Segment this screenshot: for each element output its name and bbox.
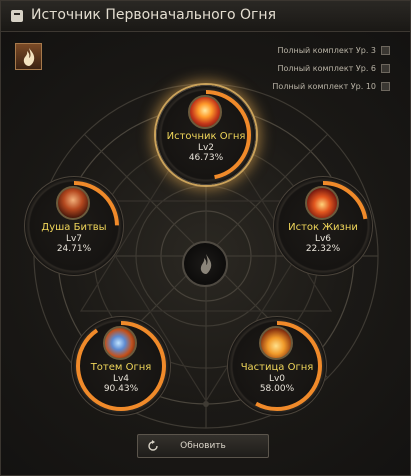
node-level: Lv6 — [314, 234, 332, 244]
fire-totem-portrait-icon — [103, 326, 137, 360]
refresh-button[interactable]: Обновить — [137, 434, 269, 458]
node-level: Lv4 — [112, 374, 130, 384]
node-name: Тотем Огня — [90, 362, 152, 373]
node-progress: 58.00% — [259, 384, 295, 394]
primal-fire-window: Источник Первоначального Огня Полный ком… — [0, 0, 411, 476]
node-name: Частица Огня — [240, 362, 314, 373]
node-life-source[interactable]: Исток Жизни Lv6 22.32% — [273, 176, 373, 276]
battle-soul-portrait-icon — [56, 186, 90, 220]
center-flame-orb — [182, 241, 228, 287]
node-progress: 90.43% — [103, 384, 139, 394]
node-name: Душа Битвы — [41, 222, 107, 233]
fire-particle-portrait-icon — [259, 326, 293, 360]
node-progress: 24.71% — [56, 244, 92, 254]
window-menu-icon[interactable] — [11, 10, 23, 22]
node-level: Lv0 — [268, 374, 286, 384]
flame-center-icon — [200, 254, 212, 274]
title-bar[interactable]: Источник Первоначального Огня — [1, 1, 410, 32]
node-progress: 22.32% — [305, 244, 341, 254]
window-title: Источник Первоначального Огня — [31, 7, 276, 23]
node-fire-totem[interactable]: Тотем Огня Lv4 90.43% — [71, 316, 171, 416]
node-level: Lv2 — [197, 143, 215, 153]
node-name: Источник Огня — [166, 131, 246, 142]
node-battle-soul[interactable]: Душа Битвы Lv7 24.71% — [24, 176, 124, 276]
refresh-button-label: Обновить — [180, 441, 226, 451]
life-source-portrait-icon — [305, 186, 339, 220]
node-fire-particle[interactable]: Частица Огня Lv0 58.00% — [227, 316, 327, 416]
node-fire-source[interactable]: Источник Огня Lv2 46.73% — [156, 85, 256, 185]
fire-source-portrait-icon — [188, 95, 222, 129]
node-level: Lv7 — [65, 234, 83, 244]
node-progress: 46.73% — [188, 153, 224, 163]
node-name: Исток Жизни — [288, 222, 358, 233]
